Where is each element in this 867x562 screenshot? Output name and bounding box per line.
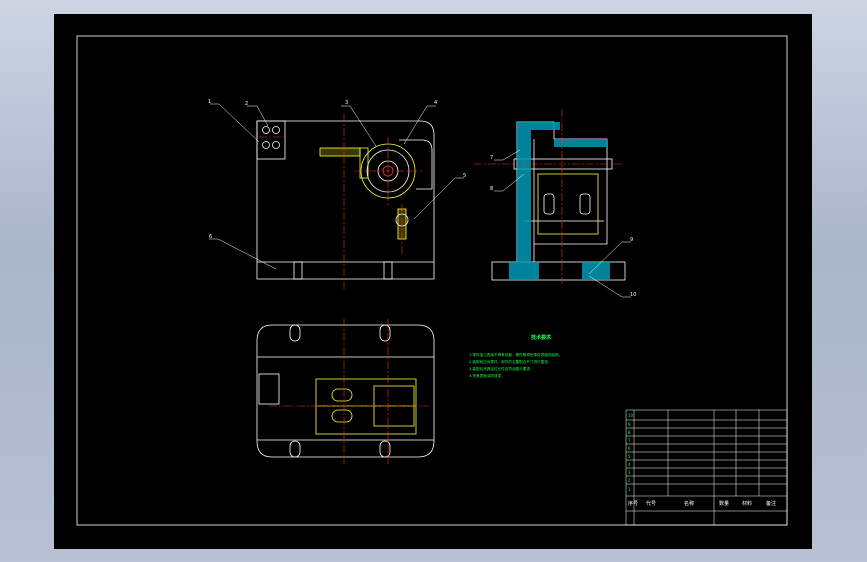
balloon-2: 2	[245, 101, 248, 107]
tb-row-no-5: 5	[628, 454, 631, 459]
tb-row-no-8: 2	[628, 478, 631, 483]
tb-header-name: 名称	[684, 500, 694, 507]
top-view	[256, 324, 435, 458]
requirement-line-1: 1.零件加工表面不得有划痕、擦伤等损伤零件表面的缺陷。	[469, 352, 562, 357]
balloon-7: 7	[490, 155, 493, 161]
balloon-5: 5	[463, 173, 466, 179]
balloon-4: 4	[434, 100, 437, 106]
tb-row-no-6: 4	[628, 462, 631, 467]
balloon-10: 10	[630, 292, 636, 298]
technical-requirements: 技术要求 1.零件加工表面不得有划痕、擦伤等损伤零件表面的缺陷。 2.装配前应对…	[469, 334, 562, 378]
tb-row-no-7: 3	[628, 470, 631, 475]
front-view	[256, 120, 435, 280]
front-view-balloons: 1 2 3 4 5 6	[208, 99, 466, 240]
tb-header-seq: 序号	[628, 500, 638, 507]
balloon-8: 8	[490, 186, 493, 192]
requirements-title: 技术要求	[531, 334, 552, 341]
tb-row-no-4: 6	[628, 446, 631, 451]
drawing-border	[76, 35, 788, 526]
side-view-hatch	[509, 122, 610, 280]
balloon-6: 6	[209, 234, 212, 240]
tb-header-remark: 备注	[766, 500, 776, 507]
balloon-3: 3	[345, 100, 348, 106]
tb-row-no-1: 9	[628, 422, 631, 427]
top-view-inner	[315, 378, 417, 435]
front-view-leaders	[209, 103, 464, 270]
tb-row-no-3: 7	[628, 438, 631, 443]
tb-row-no-2: 8	[628, 430, 631, 435]
tb-header-material: 材料	[742, 500, 752, 507]
requirement-line-3: 3.装配后夹具定位元件应符合图示要求。	[469, 366, 534, 371]
balloon-9: 9	[630, 237, 633, 243]
tb-header-code: 代号	[646, 500, 656, 507]
requirement-line-4: 4.夹具表面涂防锈漆。	[469, 373, 505, 378]
tb-row-no-0: 10	[628, 413, 634, 418]
tb-header-qty: 数量	[719, 500, 729, 507]
side-view-centerlines	[474, 109, 624, 284]
balloon-1: 1	[208, 99, 211, 105]
title-block	[625, 409, 788, 526]
drawing-viewport[interactable]: 1 2 3 4 5 6 7 8 9 10 技术要求 1.零件加工表面不得有划痕、…	[54, 14, 812, 549]
cad-drawing: 1 2 3 4 5 6 7 8 9 10 技术要求 1.零件加工表面不得有划痕、…	[76, 35, 788, 526]
tb-row-no-9: 1	[628, 487, 631, 492]
requirement-line-2: 2.装配前应对零件、部件的主要配合尺寸进行复查。	[469, 359, 552, 364]
